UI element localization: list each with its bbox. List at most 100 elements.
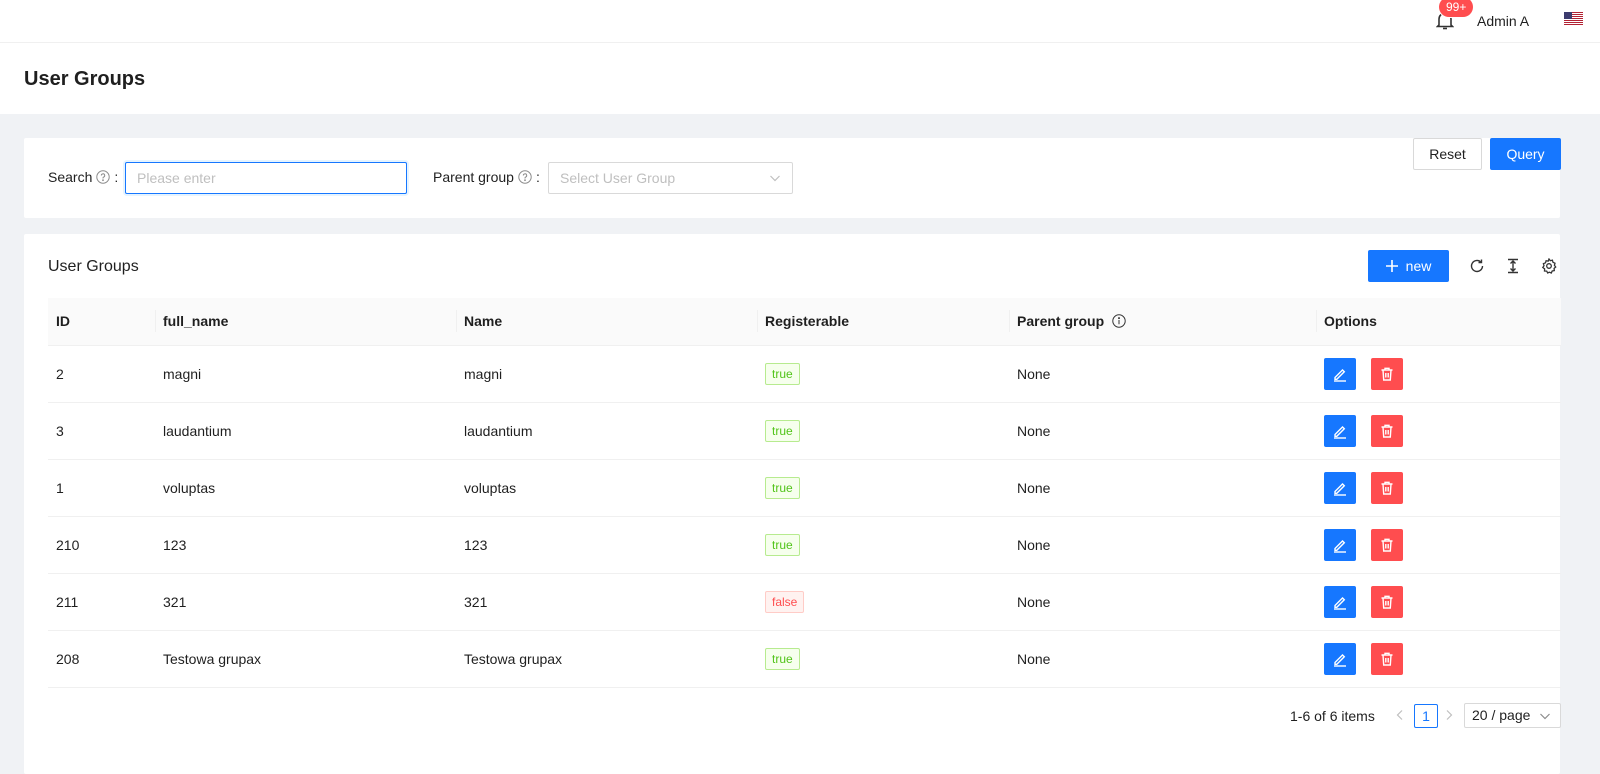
table-row: 208 Testowa grupax Testowa grupax true None	[48, 630, 1561, 688]
cell-parent-group: None	[1009, 459, 1316, 517]
registerable-tag: true	[765, 476, 800, 499]
trash-icon	[1381, 595, 1393, 609]
cell-full-name: voluptas	[155, 459, 456, 517]
registerable-tag: true	[765, 533, 800, 556]
search-form: Search : Parent group : Select User Grou…	[24, 138, 1561, 218]
help-icon[interactable]	[96, 170, 111, 184]
trash-icon	[1381, 652, 1393, 666]
table-title: User Groups	[48, 258, 139, 275]
notification-badge: 99+	[1439, 0, 1474, 17]
search-label: Search	[48, 169, 93, 185]
edit-icon	[1334, 539, 1346, 553]
cell-parent-group: None	[1009, 402, 1316, 460]
delete-button[interactable]	[1371, 414, 1403, 447]
parent-label-group: Parent group :	[433, 166, 540, 188]
cell-id: 211	[48, 573, 155, 631]
cell-options	[1316, 459, 1561, 517]
new-button[interactable]: new	[1368, 250, 1449, 282]
cell-full-name: 321	[155, 573, 456, 631]
edit-button[interactable]	[1324, 528, 1356, 561]
trash-icon	[1381, 367, 1393, 381]
registerable-tag: true	[765, 419, 800, 442]
column-header-registerable[interactable]: Registerable	[757, 298, 1009, 346]
delete-button[interactable]	[1371, 471, 1403, 504]
registerable-tag: true	[765, 647, 800, 670]
table-row: 1 voluptas voluptas true None	[48, 459, 1561, 517]
cell-registerable: true	[757, 402, 1009, 460]
cell-full-name: Testowa grupax	[155, 630, 456, 688]
reload-icon[interactable]	[1469, 258, 1485, 274]
cell-registerable: true	[757, 459, 1009, 517]
cell-name: magni	[456, 345, 757, 403]
cell-parent-group: None	[1009, 345, 1316, 403]
next-page-icon[interactable]	[1443, 709, 1455, 721]
delete-button[interactable]	[1371, 357, 1403, 390]
cell-name: 321	[456, 573, 757, 631]
edit-icon	[1334, 653, 1346, 667]
edit-button[interactable]	[1324, 357, 1356, 390]
search-colon: :	[114, 169, 119, 185]
cell-options	[1316, 573, 1561, 631]
cell-full-name: 123	[155, 516, 456, 574]
edit-button[interactable]	[1324, 642, 1356, 675]
settings-icon[interactable]	[1541, 258, 1557, 274]
pagination-total: 1-6 of 6 items	[1290, 708, 1375, 724]
cell-options	[1316, 516, 1561, 574]
cell-id: 1	[48, 459, 155, 517]
parent-group-placeholder: Select User Group	[560, 170, 676, 186]
prev-page-icon[interactable]	[1394, 709, 1406, 721]
delete-button[interactable]	[1371, 585, 1403, 618]
table-header-row: ID full_name Name Registerable Parent gr…	[48, 298, 1561, 346]
cell-parent-group: None	[1009, 573, 1316, 631]
column-header-parent-group[interactable]: Parent group	[1009, 298, 1316, 346]
us-flag-icon[interactable]	[1564, 12, 1583, 25]
page-title: User Groups	[24, 68, 146, 90]
cell-name: 123	[456, 516, 757, 574]
table-row: 210 123 123 true None	[48, 516, 1561, 574]
pagination: 1-6 of 6 items 1 20 / page	[24, 703, 1561, 728]
info-icon[interactable]	[1112, 314, 1126, 328]
query-button[interactable]: Query	[1490, 138, 1561, 170]
trash-icon	[1381, 538, 1393, 552]
registerable-tag: false	[765, 590, 805, 613]
trash-icon	[1381, 481, 1393, 495]
cell-registerable: true	[757, 345, 1009, 403]
cell-id: 208	[48, 630, 155, 688]
help-icon[interactable]	[518, 170, 532, 184]
cell-full-name: laudantium	[155, 402, 456, 460]
cell-registerable: true	[757, 630, 1009, 688]
user-name[interactable]: Admin A	[1477, 10, 1529, 32]
reset-button[interactable]: Reset	[1413, 138, 1482, 170]
column-header-full-name[interactable]: full_name	[155, 298, 456, 346]
page-size-select[interactable]: 20 / page	[1464, 703, 1561, 728]
cell-id: 210	[48, 516, 155, 574]
cell-name: voluptas	[456, 459, 757, 517]
cell-name: laudantium	[456, 402, 757, 460]
user-groups-table: ID full_name Name Registerable Parent gr…	[48, 298, 1561, 688]
cell-full-name: magni	[155, 345, 456, 403]
page-1-button[interactable]: 1	[1414, 704, 1438, 728]
column-height-icon[interactable]	[1505, 258, 1521, 274]
new-button-label: new	[1405, 258, 1432, 274]
edit-button[interactable]	[1324, 585, 1356, 618]
parent-group-header-label: Parent group	[1017, 313, 1105, 330]
edit-icon	[1334, 482, 1346, 496]
page-header: User Groups	[0, 43, 1600, 114]
edit-button[interactable]	[1324, 471, 1356, 504]
column-header-name[interactable]: Name	[456, 298, 757, 346]
edit-button[interactable]	[1324, 414, 1356, 447]
search-input[interactable]	[125, 162, 407, 194]
cell-name: Testowa grupax	[456, 630, 757, 688]
cell-options	[1316, 402, 1561, 460]
column-header-id[interactable]: ID	[48, 298, 155, 346]
cell-registerable: true	[757, 516, 1009, 574]
parent-group-label: Parent group	[433, 169, 514, 185]
parent-group-select[interactable]: Select User Group	[548, 162, 793, 194]
page-size-value: 20 / page	[1472, 707, 1531, 723]
edit-icon	[1334, 596, 1346, 610]
cell-parent-group: None	[1009, 516, 1316, 574]
chevron-down-icon	[1540, 713, 1550, 720]
delete-button[interactable]	[1371, 642, 1403, 675]
delete-button[interactable]	[1371, 528, 1403, 561]
edit-icon	[1334, 425, 1346, 439]
